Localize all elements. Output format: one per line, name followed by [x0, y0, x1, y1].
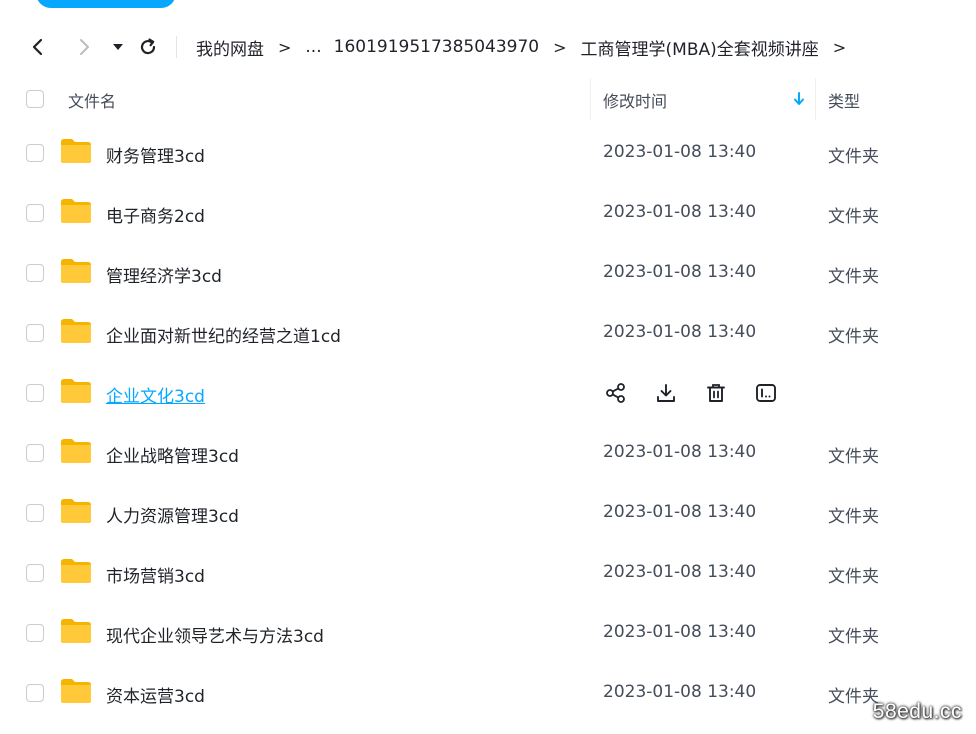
- row-checkbox[interactable]: [26, 264, 44, 282]
- nav-divider: [176, 36, 177, 58]
- file-type: 文件夹: [828, 447, 879, 467]
- column-header-modified[interactable]: 修改时间: [603, 88, 667, 112]
- breadcrumb-separator: >: [278, 37, 292, 57]
- watermark: 58edu.cc: [872, 700, 962, 723]
- breadcrumb-folder-id[interactable]: 1601919517385043970: [334, 37, 540, 57]
- file-name[interactable]: 市场营销3cd: [106, 562, 205, 587]
- download-icon: [655, 382, 677, 404]
- row-checkbox[interactable]: [26, 504, 44, 522]
- file-name[interactable]: 人力资源管理3cd: [106, 502, 239, 527]
- column-header-name[interactable]: 文件名: [68, 88, 116, 112]
- folder-icon: [61, 259, 91, 283]
- folder-icon: [61, 139, 91, 163]
- file-modified-time: 2023-01-08 13:40: [603, 682, 757, 702]
- file-modified-time: 2023-01-08 13:40: [603, 322, 757, 342]
- file-row[interactable]: 资本运营3cd 2023-01-08 13:40 文件夹: [0, 663, 976, 723]
- file-modified-time: 2023-01-08 13:40: [603, 202, 757, 222]
- file-row[interactable]: 企业战略管理3cd 2023-01-08 13:40 文件夹: [0, 423, 976, 483]
- file-name[interactable]: 企业面对新世纪的经营之道1cd: [106, 322, 341, 347]
- column-divider: [590, 78, 591, 120]
- file-type: 文件夹: [828, 687, 879, 707]
- delete-button[interactable]: [702, 379, 730, 407]
- folder-icon: [61, 379, 91, 403]
- file-type: 文件夹: [828, 207, 879, 227]
- file-name[interactable]: 企业文化3cd: [106, 382, 205, 407]
- folder-icon: [61, 559, 91, 583]
- column-divider: [815, 78, 816, 120]
- file-row[interactable]: 现代企业领导艺术与方法3cd 2023-01-08 13:40 文件夹: [0, 603, 976, 663]
- row-checkbox[interactable]: [26, 624, 44, 642]
- folder-icon: [61, 619, 91, 643]
- folder-icon: [61, 679, 91, 703]
- breadcrumb-separator: >: [553, 37, 567, 57]
- file-name[interactable]: 管理经济学3cd: [106, 262, 222, 287]
- share-button[interactable]: [602, 379, 630, 407]
- file-list-header: 文件名 修改时间 类型: [0, 78, 976, 120]
- row-checkbox[interactable]: [26, 444, 44, 462]
- file-type: 文件夹: [828, 627, 879, 647]
- breadcrumb-separator: >: [832, 37, 847, 57]
- file-modified-time: 2023-01-08 13:40: [603, 262, 757, 282]
- sort-descending-icon[interactable]: [792, 91, 806, 107]
- file-modified-time: 2023-01-08 13:40: [603, 142, 757, 162]
- file-name[interactable]: 企业战略管理3cd: [106, 442, 239, 467]
- download-button[interactable]: [652, 379, 680, 407]
- file-row[interactable]: 财务管理3cd 2023-01-08 13:40 文件夹: [0, 123, 976, 183]
- file-type: 文件夹: [828, 147, 879, 167]
- folder-icon: [61, 439, 91, 463]
- caret-down-icon: [113, 44, 123, 50]
- folder-icon: [61, 199, 91, 223]
- file-modified-time: 2023-01-08 13:40: [603, 562, 757, 582]
- file-type: 文件夹: [828, 267, 879, 287]
- breadcrumb-ellipsis[interactable]: ...: [305, 37, 321, 57]
- file-modified-time: 2023-01-08 13:40: [603, 622, 757, 642]
- row-checkbox[interactable]: [26, 684, 44, 702]
- rename-button[interactable]: [752, 379, 780, 407]
- file-name[interactable]: 财务管理3cd: [106, 142, 205, 167]
- breadcrumb-root[interactable]: 我的网盘: [196, 35, 264, 60]
- back-button[interactable]: [24, 33, 52, 61]
- delete-icon: [705, 382, 727, 404]
- column-header-type[interactable]: 类型: [828, 88, 860, 112]
- file-name[interactable]: 电子商务2cd: [106, 202, 205, 227]
- file-row[interactable]: 企业文化3cd: [0, 363, 976, 423]
- file-name[interactable]: 现代企业领导艺术与方法3cd: [106, 622, 324, 647]
- file-type: 文件夹: [828, 567, 879, 587]
- file-modified-time: 2023-01-08 13:40: [603, 442, 757, 462]
- file-type: 文件夹: [828, 327, 879, 347]
- file-row[interactable]: 市场营销3cd 2023-01-08 13:40 文件夹: [0, 543, 976, 603]
- breadcrumb: 我的网盘 > ... 1601919517385043970 > 工商管理学(M…: [196, 27, 860, 67]
- folder-icon: [61, 499, 91, 523]
- file-row[interactable]: 企业面对新世纪的经营之道1cd 2023-01-08 13:40 文件夹: [0, 303, 976, 363]
- file-row[interactable]: 电子商务2cd 2023-01-08 13:40 文件夹: [0, 183, 976, 243]
- breadcrumb-current[interactable]: 工商管理学(MBA)全套视频讲座: [581, 35, 819, 60]
- forward-button[interactable]: [70, 33, 98, 61]
- row-checkbox[interactable]: [26, 324, 44, 342]
- navigation-bar: 我的网盘 > ... 1601919517385043970 > 工商管理学(M…: [0, 27, 976, 67]
- history-dropdown-button[interactable]: [104, 33, 132, 61]
- refresh-icon: [140, 38, 156, 55]
- row-actions: [602, 379, 802, 407]
- refresh-button[interactable]: [134, 33, 162, 61]
- share-icon: [605, 382, 627, 404]
- row-checkbox[interactable]: [26, 144, 44, 162]
- row-checkbox[interactable]: [26, 384, 44, 402]
- select-all-checkbox[interactable]: [26, 90, 44, 108]
- file-row[interactable]: 管理经济学3cd 2023-01-08 13:40 文件夹: [0, 243, 976, 303]
- row-checkbox[interactable]: [26, 204, 44, 222]
- file-name[interactable]: 资本运营3cd: [106, 682, 205, 707]
- file-type: 文件夹: [828, 507, 879, 527]
- file-modified-time: 2023-01-08 13:40: [603, 502, 757, 522]
- rename-icon: [755, 382, 777, 404]
- row-checkbox[interactable]: [26, 564, 44, 582]
- chevron-left-icon: [32, 38, 43, 56]
- file-row[interactable]: 人力资源管理3cd 2023-01-08 13:40 文件夹: [0, 483, 976, 543]
- chevron-right-icon: [80, 39, 89, 55]
- folder-icon: [61, 319, 91, 343]
- upload-button[interactable]: [36, 0, 176, 8]
